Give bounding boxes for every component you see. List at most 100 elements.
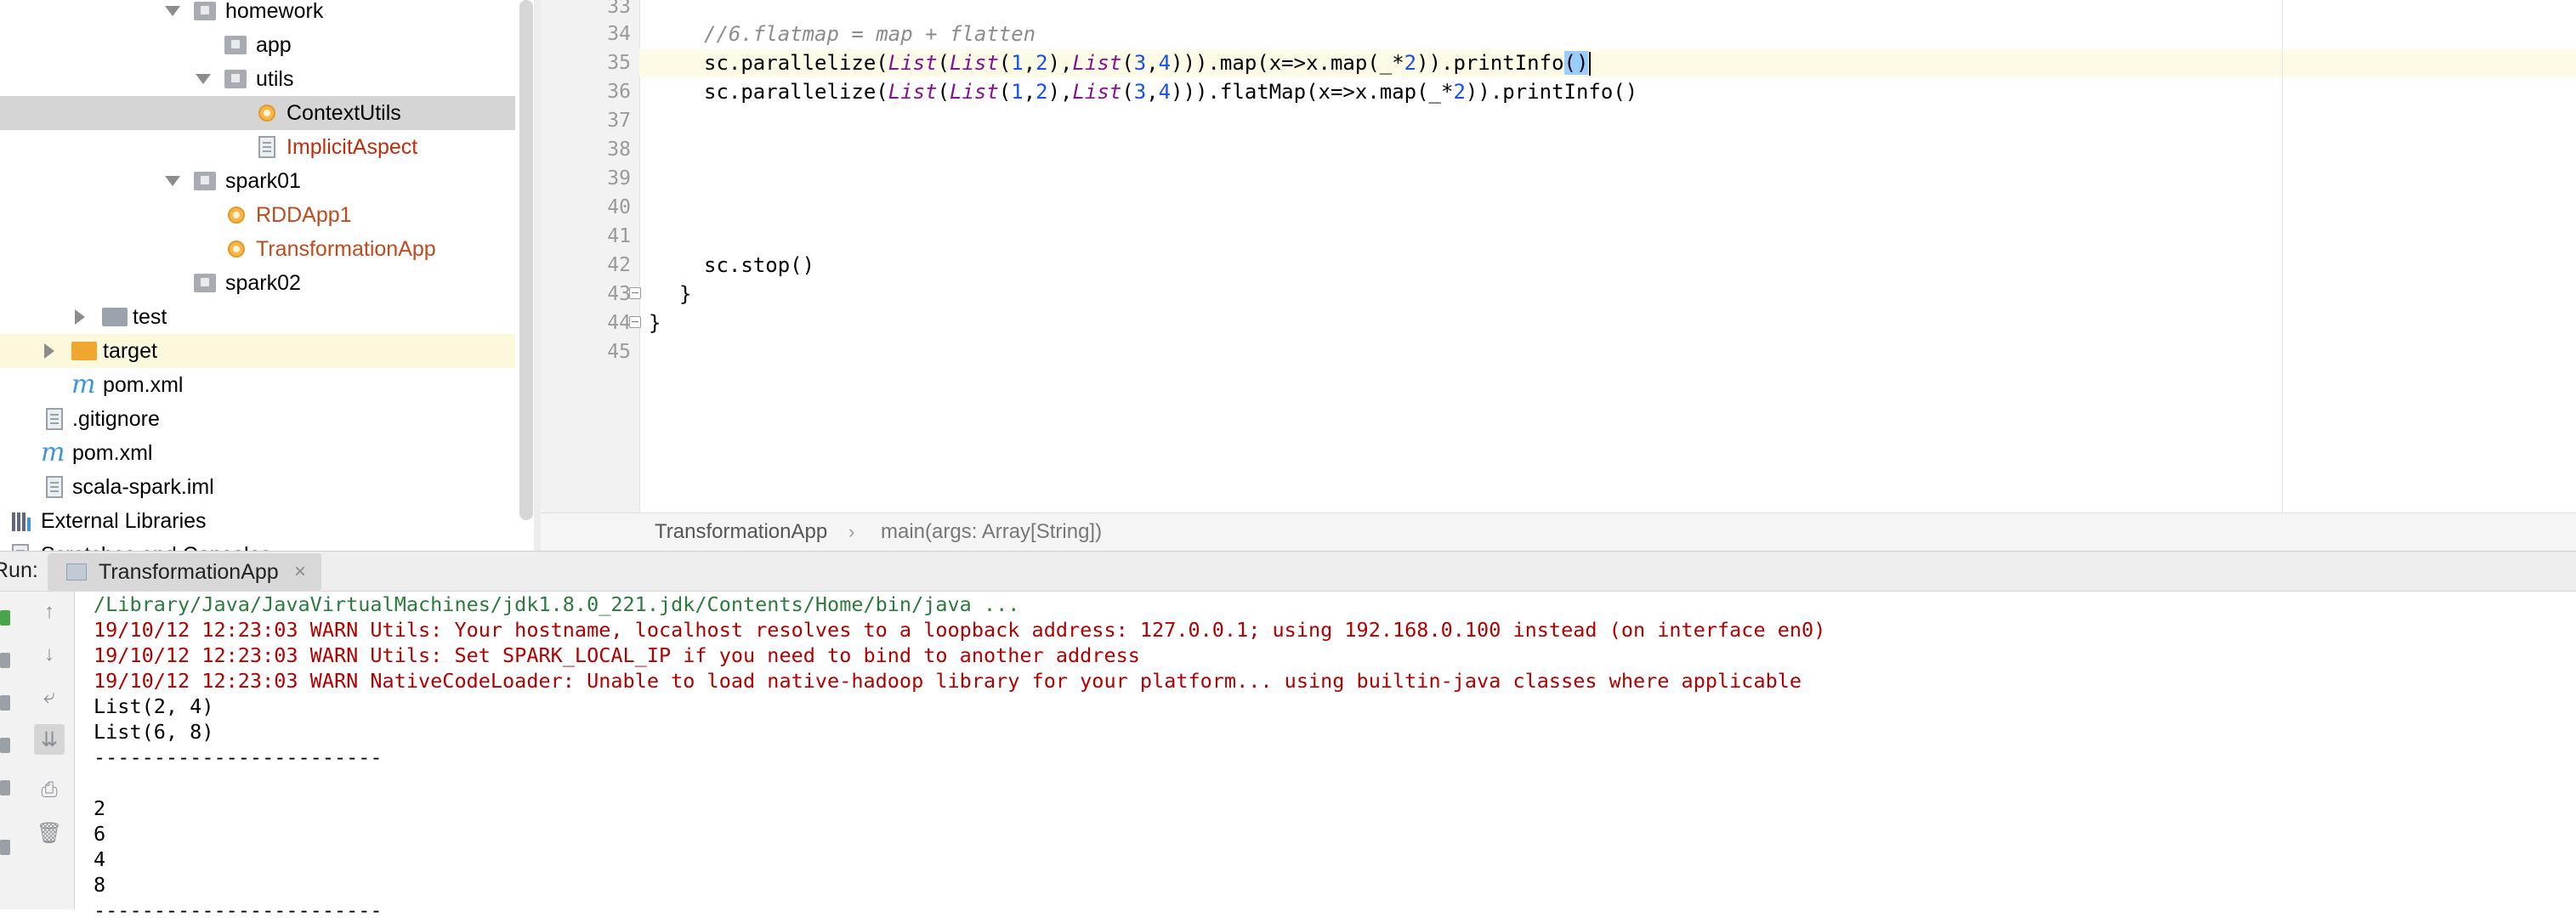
- line-number: 43: [607, 283, 631, 305]
- console-line: ------------------------: [94, 898, 383, 922]
- chevron-right-icon[interactable]: [75, 309, 85, 325]
- soft-wrap-icon[interactable]: ⤶: [34, 682, 65, 712]
- scroll-to-end-icon[interactable]: ⇊: [34, 724, 65, 755]
- pin-icon[interactable]: [0, 780, 10, 796]
- tree-item-contextutils[interactable]: ContextUtils: [0, 96, 515, 130]
- tree-item-scratches[interactable]: Scratches and Consoles: [0, 538, 515, 551]
- tree-item-label: scala-spark.iml: [72, 475, 214, 499]
- panel-divider[interactable]: [534, 0, 541, 551]
- code-token-type: List: [888, 80, 938, 104]
- chevron-down-icon[interactable]: [165, 6, 180, 16]
- console-line: List(6, 8): [94, 720, 214, 744]
- console-line: List(2, 4): [94, 694, 214, 718]
- camera-icon[interactable]: [0, 738, 10, 753]
- project-tree: homework app utils ContextUtils Implicit…: [0, 0, 519, 551]
- line-number: 36: [607, 81, 631, 103]
- breadcrumb-separator-icon: ›: [848, 521, 855, 542]
- code-token-number: 2: [1036, 51, 1048, 75]
- trash-icon[interactable]: 🗑: [34, 818, 65, 848]
- line-number: 35: [607, 52, 631, 74]
- tree-item-spark02[interactable]: spark02: [0, 266, 515, 300]
- run-tab[interactable]: TransformationApp ×: [48, 553, 321, 591]
- console-output[interactable]: /Library/Java/JavaVirtualMachines/jdk1.8…: [94, 592, 2559, 922]
- line-number: 34: [607, 23, 631, 45]
- code-token-type: List: [1072, 80, 1122, 104]
- breadcrumb-class[interactable]: TransformationApp: [655, 520, 827, 544]
- close-icon[interactable]: ×: [294, 560, 306, 584]
- tree-item-label: Scratches and Consoles: [41, 543, 271, 551]
- code-token: sc.parallelize(: [704, 80, 888, 104]
- code-token: (: [1121, 51, 1134, 75]
- line-number: 44: [607, 312, 631, 334]
- tree-item-pom-module[interactable]: m pom.xml: [0, 368, 515, 402]
- tree-item-rddapp1[interactable]: RDDApp1: [0, 198, 515, 232]
- code-token: (: [937, 80, 950, 104]
- tree-item-label: utils: [256, 67, 294, 91]
- package-icon: [224, 36, 247, 54]
- matched-brace: (): [1563, 51, 1589, 75]
- console-line: 19/10/12 12:23:03 WARN NativeCodeLoader:…: [94, 669, 1802, 693]
- fold-marker-icon[interactable]: [629, 316, 641, 328]
- text-caret: [1589, 52, 1592, 76]
- code-line-34[interactable]: //6.flatmap = map + flatten: [704, 20, 1036, 48]
- fold-marker-icon[interactable]: [629, 287, 641, 299]
- scala-object-icon: [228, 241, 245, 258]
- code-token: (: [998, 80, 1012, 104]
- tree-item-pom-root[interactable]: m pom.xml: [0, 436, 515, 470]
- code-line-36[interactable]: sc.parallelize(List(List(1,2),List(3,4))…: [704, 78, 1637, 106]
- code-token: (: [1121, 80, 1134, 104]
- maven-icon: m: [71, 370, 96, 399]
- code-editor[interactable]: 33 34 35 36 37 38 39 40 41 42 43 44 45 /…: [541, 0, 2576, 512]
- code-token-type: List: [950, 80, 999, 104]
- run-tab-label: TransformationApp: [99, 560, 279, 584]
- code-line-43[interactable]: }: [679, 280, 691, 309]
- up-arrow-icon[interactable]: ↑: [34, 597, 65, 627]
- code-token: )).printInfo: [1416, 51, 1564, 75]
- file-icon: [46, 408, 63, 430]
- rerun-icon[interactable]: [0, 610, 10, 626]
- scala-file-icon: [258, 136, 275, 158]
- code-line-42[interactable]: sc.stop(): [704, 252, 814, 280]
- tree-scrollbar[interactable]: [519, 0, 533, 520]
- stop-icon[interactable]: [0, 653, 10, 668]
- down-arrow-icon[interactable]: ↓: [34, 639, 65, 670]
- run-toolbar: ↑ ↓ ⤶ ⇊ ⎙ 🗑: [0, 592, 75, 909]
- console-line: 19/10/12 12:23:03 WARN Utils: Set SPARK_…: [94, 643, 1140, 667]
- tree-item-label: spark01: [225, 169, 301, 193]
- tree-item-gitignore[interactable]: .gitignore: [0, 402, 515, 436]
- tree-item-transformationapp[interactable]: TransformationApp: [0, 232, 515, 266]
- tree-item-target[interactable]: target: [0, 334, 515, 368]
- file-icon: [46, 476, 63, 498]
- tree-item-label: ContextUtils: [287, 101, 401, 125]
- tree-item-external-libraries[interactable]: External Libraries: [0, 504, 515, 538]
- folder-icon: [102, 308, 128, 326]
- tree-item-label: ImplicitAspect: [287, 135, 418, 159]
- code-token: ,: [1146, 80, 1159, 104]
- layout-icon[interactable]: [0, 840, 10, 855]
- console-line: /Library/Java/JavaVirtualMachines/jdk1.8…: [94, 592, 1020, 616]
- code-token-number: 3: [1133, 51, 1147, 75]
- tree-item-implicitaspect[interactable]: ImplicitAspect: [0, 130, 515, 164]
- code-token-number: 2: [1404, 51, 1417, 75]
- code-token: ,: [1023, 80, 1036, 104]
- tree-item-utils[interactable]: utils: [0, 62, 515, 96]
- breadcrumb: TransformationApp › main(args: Array[Str…: [541, 512, 2576, 551]
- tree-item-app[interactable]: app: [0, 28, 515, 62]
- code-line-35[interactable]: sc.parallelize(List(List(1,2),List(3,4))…: [704, 49, 1592, 77]
- breadcrumb-method[interactable]: main(args: Array[String]): [881, 520, 1102, 544]
- chevron-down-icon[interactable]: [196, 74, 211, 84]
- tree-item-test[interactable]: test: [0, 300, 515, 334]
- chevron-down-icon[interactable]: [165, 176, 180, 186]
- tree-item-label: pom.xml: [103, 373, 184, 397]
- code-line-44[interactable]: }: [649, 309, 661, 337]
- folder-icon: [71, 342, 97, 360]
- print-icon[interactable]: ⎙: [34, 775, 65, 806]
- tree-item-spark01[interactable]: spark01: [0, 164, 515, 198]
- tree-item-homework[interactable]: homework: [0, 0, 515, 28]
- chevron-right-icon[interactable]: [44, 343, 54, 359]
- tree-item-iml[interactable]: scala-spark.iml: [0, 470, 515, 504]
- code-token-number: 4: [1158, 80, 1172, 104]
- code-token-type: List: [888, 51, 938, 75]
- restore-layout-icon[interactable]: [0, 695, 10, 711]
- code-token-number: 1: [1011, 51, 1024, 75]
